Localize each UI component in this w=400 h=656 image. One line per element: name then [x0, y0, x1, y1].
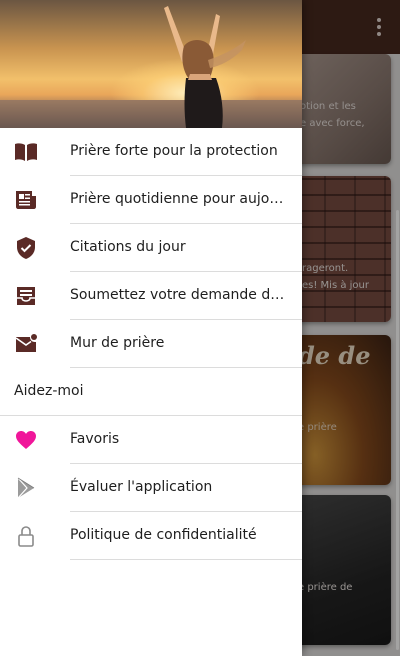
drawer-item-quotes[interactable]: Citations du jour	[0, 224, 302, 272]
section-header-label: Aidez-moi	[14, 383, 84, 399]
drawer-item-label: Prière forte pour la protection	[70, 143, 278, 159]
drawer-item-submit-request[interactable]: Soumettez votre demande de prière	[0, 272, 302, 320]
drawer-item-privacy-policy[interactable]: Politique de confidentialité	[0, 512, 302, 560]
lock-icon	[14, 524, 38, 548]
drawer-header-image	[0, 0, 302, 128]
drawer-menu: Prière forte pour la protection Prière q…	[0, 128, 302, 560]
drawer-item-label: Citations du jour	[70, 239, 186, 255]
play-store-icon	[14, 476, 38, 500]
drawer-item-protection-prayer[interactable]: Prière forte pour la protection	[0, 128, 302, 176]
navigation-drawer: Prière forte pour la protection Prière q…	[0, 0, 302, 656]
divider	[70, 559, 302, 560]
verified-shield-icon	[14, 236, 38, 260]
drawer-item-label: Soumettez votre demande de prière	[70, 287, 290, 303]
drawer-item-label: Favoris	[70, 431, 120, 447]
person-silhouette	[164, 6, 246, 128]
drawer-item-label: Politique de confidentialité	[70, 527, 257, 543]
drawer-item-label: Mur de prière	[70, 335, 165, 351]
heart-icon	[14, 428, 38, 452]
drawer-item-prayer-wall[interactable]: Mur de prière	[0, 320, 302, 368]
mail-notification-icon	[14, 332, 38, 356]
drawer-item-label: Évaluer l'application	[70, 479, 213, 495]
drawer-item-label: Prière quotidienne pour aujourd'hui	[70, 191, 290, 207]
book-icon	[14, 140, 38, 164]
inbox-tray-icon	[14, 284, 38, 308]
section-header-help: Aidez-moi	[0, 368, 302, 416]
scrollbar[interactable]	[396, 210, 399, 650]
drawer-item-rate-app[interactable]: Évaluer l'application	[0, 464, 302, 512]
newspaper-icon	[14, 188, 38, 212]
drawer-item-daily-prayer[interactable]: Prière quotidienne pour aujourd'hui	[0, 176, 302, 224]
drawer-item-favorites[interactable]: Favoris	[0, 416, 302, 464]
